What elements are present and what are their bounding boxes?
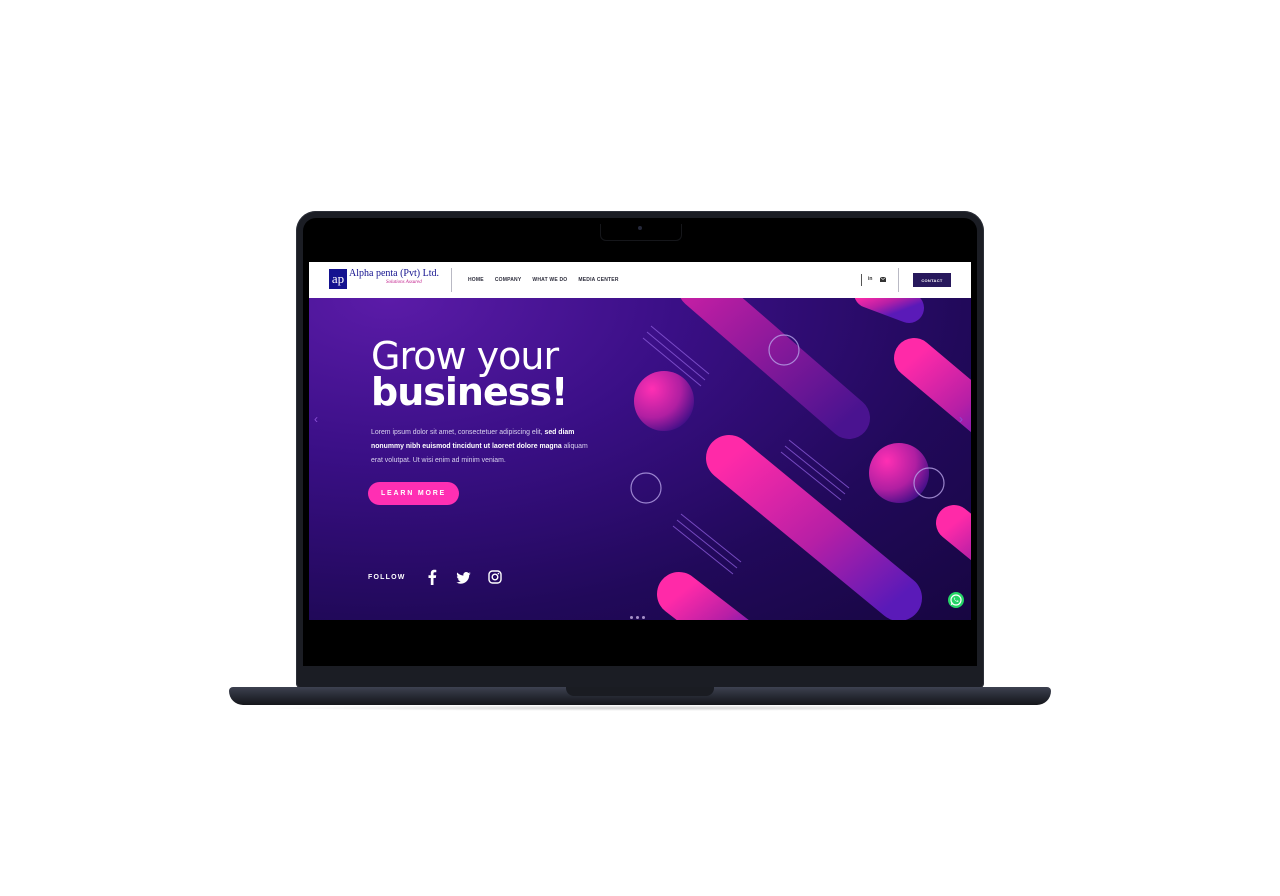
hero-description: Lorem ipsum dolor sit amet, consectetuer… <box>371 426 601 468</box>
laptop-screen: ap Alpha penta (Pvt) Ltd. Solutions Assu… <box>309 262 971 620</box>
hero-banner: ‹ › Grow your business! Lorem ipsum dolo… <box>309 298 971 620</box>
header-divider <box>451 268 452 292</box>
follow-label: FOLLOW <box>368 574 406 581</box>
page: ap Alpha penta (Pvt) Ltd. Solutions Assu… <box>0 0 1280 896</box>
nav-media-center[interactable]: MEDIA CENTER <box>578 277 618 283</box>
chevron-left-icon[interactable]: ‹ <box>314 412 318 426</box>
twitter-icon[interactable] <box>456 571 471 589</box>
whatsapp-icon[interactable] <box>948 592 964 608</box>
logo-mark[interactable]: ap <box>329 269 347 289</box>
logo-tagline: Solutions Assured <box>386 280 422 285</box>
envelope-icon[interactable] <box>879 276 887 284</box>
learn-more-button[interactable]: LEARN MORE <box>368 482 459 505</box>
facebook-icon[interactable] <box>427 569 437 590</box>
contact-button[interactable]: CONTACT <box>913 273 951 287</box>
logo-name[interactable]: Alpha penta (Pvt) Ltd. <box>349 268 439 279</box>
laptop-opening-notch <box>566 687 714 696</box>
camera-icon <box>638 226 642 230</box>
laptop-shadow <box>250 705 1030 711</box>
nav-what-we-do[interactable]: WHAT WE DO <box>532 277 567 283</box>
slider-dot[interactable] <box>630 616 633 619</box>
instagram-icon[interactable] <box>488 570 502 589</box>
header-divider <box>898 268 899 292</box>
linkedin-icon[interactable]: in <box>868 276 872 282</box>
chevron-right-icon[interactable]: › <box>959 412 963 426</box>
site-header: ap Alpha penta (Pvt) Ltd. Solutions Assu… <box>309 262 971 298</box>
nav-home[interactable]: HOME <box>468 277 484 283</box>
header-divider <box>861 274 862 286</box>
slider-dot[interactable] <box>636 616 639 619</box>
slider-dot[interactable] <box>642 616 645 619</box>
hero-title-line2: business! <box>371 370 568 414</box>
slider-dots[interactable] <box>630 616 645 619</box>
nav-company[interactable]: COMPANY <box>495 277 522 283</box>
hero-body-text: Lorem ipsum dolor sit amet, consectetuer… <box>371 429 545 436</box>
main-nav: HOME COMPANY WHAT WE DO MEDIA CENTER <box>468 277 619 283</box>
